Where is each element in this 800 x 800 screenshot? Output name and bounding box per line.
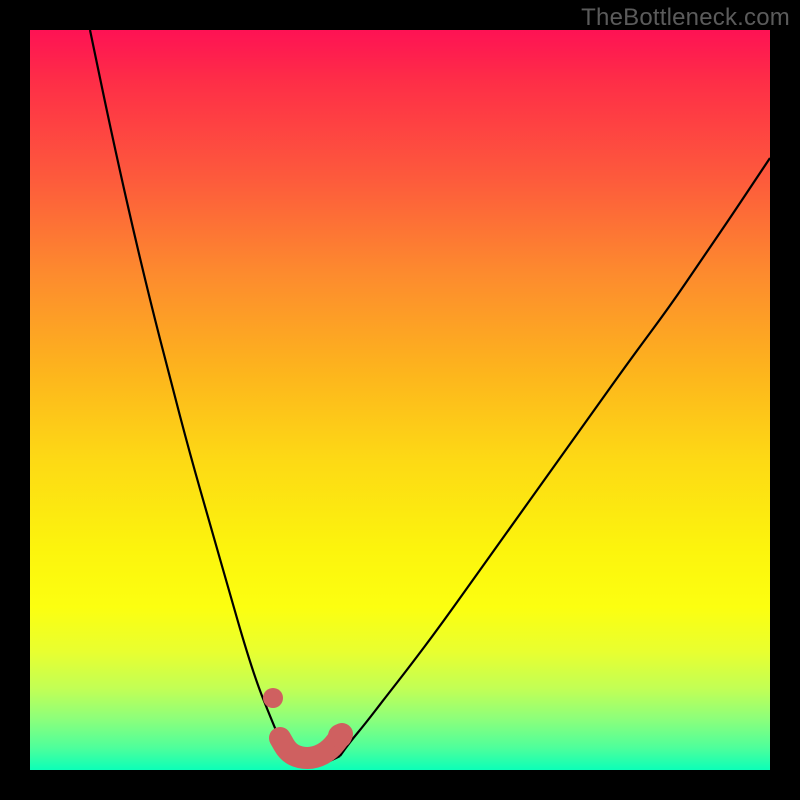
watermark-label: TheBottleneck.com	[581, 4, 790, 32]
left-bottleneck-curve	[90, 30, 290, 760]
right-bottleneck-curve	[340, 158, 770, 756]
chart-frame: TheBottleneck.com	[0, 0, 800, 800]
plot-area	[30, 30, 770, 770]
left-knob-dot	[263, 688, 283, 708]
curves-layer	[30, 30, 770, 770]
right-knob-dot	[328, 724, 352, 748]
